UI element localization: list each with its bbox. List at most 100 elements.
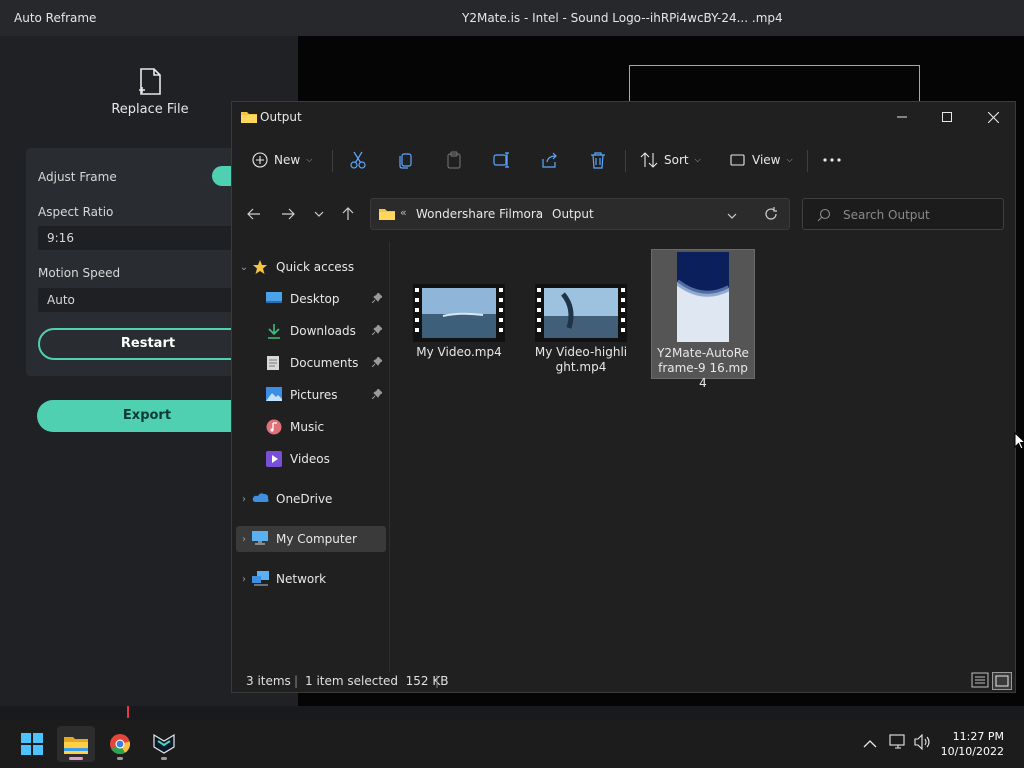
breadcrumb-overflow-icon[interactable]: « (400, 206, 407, 219)
aspect-ratio-select[interactable]: 9:16 (38, 226, 248, 250)
more-options-button[interactable] (823, 148, 841, 172)
sort-label: Sort (664, 153, 689, 167)
search-placeholder: Search Output (843, 208, 930, 222)
desktop-icon (266, 291, 284, 307)
file-item[interactable]: My Video.mp4 (407, 284, 511, 360)
status-divider: | (435, 674, 440, 688)
details-view-icon[interactable] (971, 672, 989, 691)
nav-videos[interactable]: Videos (236, 446, 386, 472)
chevron-down-icon: ⌵ (694, 155, 701, 164)
volume-icon[interactable] (914, 733, 932, 754)
navigation-pane: ⌄ Quick access Desktop Downloads Documen… (232, 242, 390, 672)
file-explorer-icon (64, 737, 88, 754)
export-button[interactable]: Export (37, 400, 257, 432)
nav-label: Quick access (276, 260, 355, 274)
taskbar-file-explorer[interactable] (57, 726, 95, 762)
timeline-strip (0, 706, 1024, 720)
breadcrumb-parent[interactable]: Wondershare Filmora (416, 207, 543, 221)
nav-label: Downloads (290, 324, 356, 338)
file-item[interactable]: My Video-highlight.mp4 (529, 284, 633, 375)
nav-label: OneDrive (276, 492, 333, 506)
minimize-button[interactable] (879, 102, 925, 132)
sort-button[interactable]: Sort ⌵ (640, 148, 701, 172)
refresh-icon[interactable] (764, 207, 778, 224)
chevron-right-icon[interactable]: › (236, 574, 252, 585)
chevron-up-icon[interactable] (863, 734, 877, 753)
nav-downloads[interactable]: Downloads (236, 318, 386, 344)
new-button[interactable]: New ⌵ (252, 148, 312, 172)
paste-button[interactable] (445, 148, 463, 172)
system-clock[interactable]: 11:27 PM 10/10/2022 (941, 729, 1004, 759)
chevron-down-icon (314, 211, 324, 217)
network-status-icon[interactable] (889, 734, 907, 754)
nav-pictures[interactable]: Pictures (236, 382, 386, 408)
forward-button[interactable] (275, 202, 301, 226)
nav-label: Documents (290, 356, 359, 370)
chevron-down-icon[interactable]: ⌄ (236, 262, 252, 273)
nav-network[interactable]: › Network (236, 566, 386, 592)
pin-icon (371, 292, 383, 306)
taskbar-filmora[interactable] (145, 726, 183, 762)
maximize-button[interactable] (924, 102, 970, 132)
computer-icon (252, 531, 270, 547)
motion-speed-label: Motion Speed (38, 266, 121, 280)
copy-button[interactable] (397, 148, 415, 172)
chevron-down-icon[interactable] (727, 208, 737, 222)
nav-my-computer[interactable]: › My Computer (236, 526, 386, 552)
nav-documents[interactable]: Documents (236, 350, 386, 376)
paste-icon (447, 151, 461, 169)
chevron-right-icon[interactable]: › (236, 534, 252, 545)
recent-locations-button[interactable] (306, 202, 332, 226)
running-indicator (117, 757, 123, 760)
taskbar-chrome[interactable] (101, 726, 139, 762)
nav-onedrive[interactable]: › OneDrive (236, 486, 386, 512)
network-icon (252, 571, 270, 587)
document-icon (266, 355, 284, 371)
music-icon (266, 419, 284, 435)
file-item-selected[interactable]: Y2Mate-AutoReframe-9 16.mp4 (651, 249, 755, 390)
view-button[interactable]: View ⌵ (730, 148, 793, 172)
copy-icon (399, 153, 412, 169)
file-list: My Video.mp4 My Video-highlight.mp4 Y2Ma… (392, 242, 1015, 672)
nav-quick-access[interactable]: ⌄ Quick access (236, 254, 386, 280)
clock-time: 11:27 PM (952, 730, 1004, 743)
address-bar[interactable]: « Wondershare Filmora › Output (370, 198, 790, 230)
breadcrumb-current[interactable]: Output (552, 207, 594, 221)
chevron-right-icon[interactable]: › (236, 494, 252, 505)
adjust-frame-label: Adjust Frame (38, 170, 117, 184)
delete-button[interactable] (589, 148, 607, 172)
close-button[interactable] (970, 102, 1016, 132)
status-bar: 3 items | 1 item selected 152 KB | (232, 672, 1015, 694)
status-divider: | (294, 674, 299, 688)
large-icons-view-icon[interactable] (992, 672, 1012, 693)
restart-button[interactable]: Restart (38, 328, 258, 360)
search-input[interactable]: Search Output (802, 198, 1004, 230)
search-icon (817, 208, 831, 225)
item-count: 3 items (246, 674, 291, 688)
toolbar-divider (625, 150, 626, 172)
clock-date: 10/10/2022 (940, 745, 1004, 758)
rename-button[interactable] (493, 148, 511, 172)
nav-desktop[interactable]: Desktop (236, 286, 386, 312)
playhead[interactable] (127, 706, 129, 718)
taskbar: 11:27 PM 10/10/2022 (0, 720, 1024, 768)
motion-speed-select[interactable]: Auto (38, 288, 248, 312)
reframe-box[interactable] (629, 65, 920, 105)
folder-icon (241, 110, 257, 127)
nav-label: My Computer (276, 532, 357, 546)
running-indicator (161, 757, 167, 760)
nav-music[interactable]: Music (236, 414, 386, 440)
command-bar: New ⌵ Sort ⌵ View ⌵ (232, 138, 1015, 182)
arrow-right-icon (282, 208, 295, 220)
folder-icon (379, 207, 395, 224)
replace-file-button[interactable]: Replace File (100, 68, 200, 117)
windows-start-button[interactable] (13, 726, 51, 762)
view-label: View (752, 153, 781, 167)
cut-button[interactable] (349, 148, 367, 172)
pin-icon (371, 324, 383, 338)
file-name: My Video.mp4 (416, 345, 502, 359)
share-button[interactable] (541, 148, 559, 172)
back-button[interactable] (241, 202, 267, 226)
filmora-icon (153, 733, 175, 754)
up-button[interactable] (335, 202, 361, 226)
